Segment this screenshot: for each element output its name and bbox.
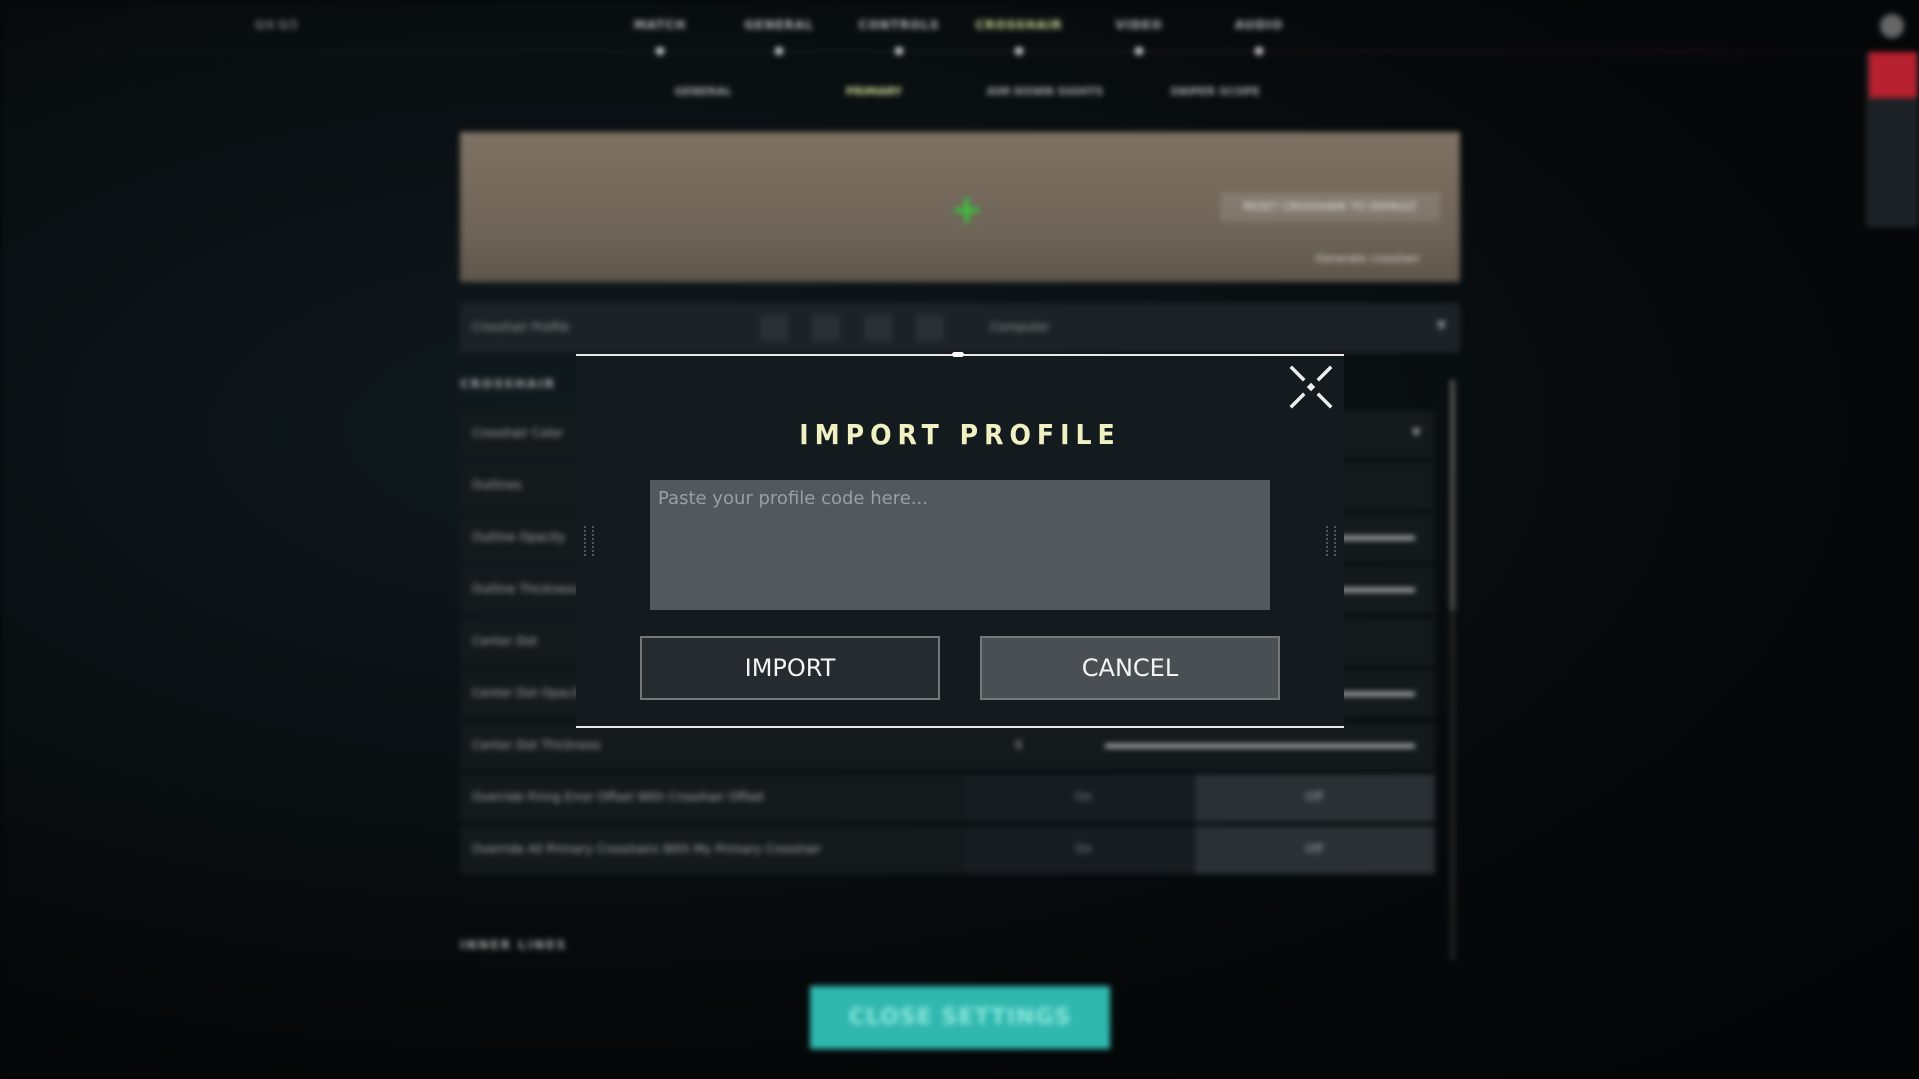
tab-dot bbox=[775, 47, 783, 55]
profile-code-input[interactable] bbox=[650, 480, 1270, 610]
dialog-title: IMPORT PROFILE bbox=[799, 418, 1121, 451]
crosshair-preview: + RESET CROSSHAIR TO DEFAULT Generate cr… bbox=[460, 132, 1460, 282]
subtab-sniper-scope[interactable]: SNIPER SCOPE bbox=[1170, 85, 1260, 98]
tab-controls[interactable]: CONTROLS bbox=[859, 18, 940, 32]
tab-match[interactable]: MATCH bbox=[634, 18, 686, 32]
section-inner-lines: INNER LINES bbox=[460, 938, 568, 952]
cancel-button[interactable]: CANCEL bbox=[980, 636, 1280, 700]
close-x-icon[interactable] bbox=[1288, 364, 1334, 410]
dialog-decoration bbox=[584, 526, 594, 556]
on-label: On bbox=[1075, 790, 1093, 804]
gear-icon[interactable] bbox=[1880, 14, 1904, 38]
setting-label: Outlines bbox=[472, 478, 522, 492]
crosshair-icon: + bbox=[950, 187, 984, 233]
dialog-notch bbox=[952, 352, 964, 357]
setting-label: Override Firing Error Offset With Crossh… bbox=[472, 790, 765, 804]
subtab-aim-down-sights[interactable]: AIM DOWN SIGHTS bbox=[987, 85, 1104, 98]
close-settings-button[interactable]: CLOSE SETTINGS bbox=[810, 986, 1110, 1049]
preview-button[interactable]: RESET CROSSHAIR TO DEFAULT bbox=[1220, 192, 1440, 222]
import-icon[interactable] bbox=[812, 315, 840, 341]
setting-label: Center Dot bbox=[472, 634, 538, 648]
chevron-down-icon[interactable]: ▼ bbox=[1412, 425, 1421, 439]
right-sidebar bbox=[1866, 52, 1919, 227]
setting-row: Override Firing Error Offset With Crossh… bbox=[460, 774, 1435, 822]
preview-link[interactable]: Generate crosshair bbox=[1315, 252, 1420, 265]
tab-dot bbox=[1015, 47, 1023, 55]
tab-general[interactable]: GENERAL bbox=[744, 18, 813, 32]
tab-dot bbox=[1135, 47, 1143, 55]
setting-row: Center Dot Thickness 6 bbox=[460, 722, 1435, 770]
setting-label: Center Dot Thickness bbox=[472, 738, 601, 752]
on-label: On bbox=[1075, 842, 1093, 856]
setting-label: Crosshair Color bbox=[472, 426, 564, 440]
tab-dot bbox=[1255, 47, 1263, 55]
slider-value: 6 bbox=[1015, 738, 1023, 752]
top-status: 0/4 0/3 bbox=[255, 18, 298, 32]
logo-icon bbox=[1869, 52, 1917, 98]
off-label: Off bbox=[1305, 842, 1323, 856]
tab-video[interactable]: VIDEO bbox=[1115, 18, 1162, 32]
subtab-general[interactable]: GENERAL bbox=[674, 85, 731, 98]
setting-label: Center Dot Opacity bbox=[472, 686, 588, 700]
chevron-down-icon: ▼ bbox=[1436, 318, 1446, 332]
subtab-primary[interactable]: PRIMARY bbox=[846, 85, 902, 98]
off-option[interactable]: Off bbox=[1195, 774, 1435, 822]
off-option[interactable]: Off bbox=[1195, 826, 1435, 874]
export-icon[interactable] bbox=[760, 315, 788, 341]
tab-dot bbox=[895, 47, 903, 55]
scrollbar[interactable] bbox=[1450, 380, 1455, 960]
import-profile-dialog: IMPORT PROFILE IMPORT CANCEL bbox=[576, 352, 1344, 728]
tab-dot bbox=[656, 47, 664, 55]
profile-select[interactable]: Computer bbox=[990, 320, 1050, 334]
setting-label: Outline Opacity bbox=[472, 530, 566, 544]
setting-slider[interactable] bbox=[1105, 744, 1415, 748]
rename-icon[interactable] bbox=[916, 315, 944, 341]
setting-label: Outline Thickness bbox=[472, 582, 579, 596]
profile-bar: Crosshair Profile Computer ▼ bbox=[460, 303, 1460, 353]
tab-crosshair[interactable]: CROSSHAIR bbox=[975, 18, 1062, 32]
off-label: Off bbox=[1305, 790, 1323, 804]
copy-icon[interactable] bbox=[864, 315, 892, 341]
setting-label: Override All Primary Crosshairs With My … bbox=[472, 842, 822, 856]
nav-line bbox=[0, 51, 1866, 52]
tab-audio[interactable]: AUDIO bbox=[1235, 18, 1283, 32]
setting-row: Override All Primary Crosshairs With My … bbox=[460, 826, 1435, 874]
profile-label: Crosshair Profile bbox=[472, 320, 570, 334]
section-crosshair: CROSSHAIR bbox=[460, 377, 557, 391]
import-button[interactable]: IMPORT bbox=[640, 636, 940, 700]
dialog-decoration bbox=[1326, 526, 1336, 556]
